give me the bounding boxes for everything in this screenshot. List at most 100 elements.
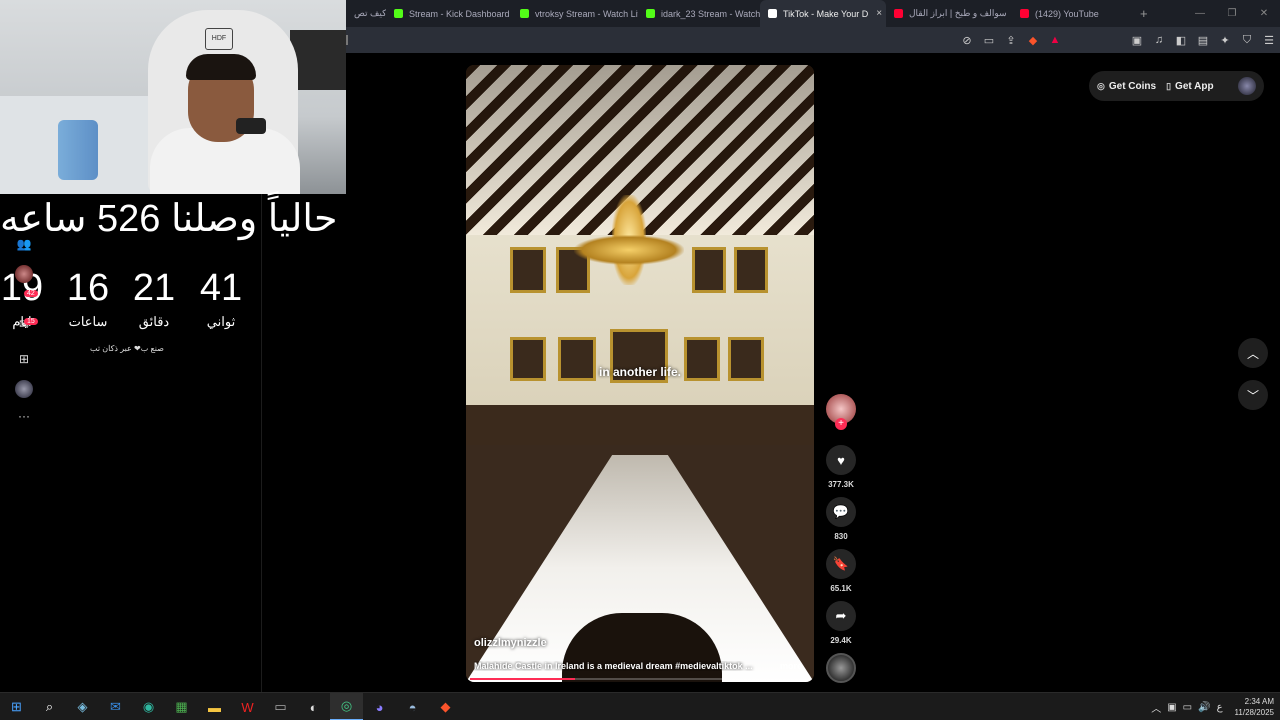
avatar <box>15 265 33 283</box>
get-coins-button[interactable]: ◎ Get Coins <box>1097 81 1156 92</box>
profile-icon[interactable] <box>12 377 36 401</box>
upload-icon[interactable]: ⊞ <box>12 347 36 371</box>
browser-tab-bar: كيف تص Stream - Kick Dashboard vtroksy S… <box>346 0 1280 27</box>
phone-icon: ▯ <box>1166 80 1172 91</box>
following-icon[interactable]: 👥 <box>12 232 36 256</box>
more-icon[interactable]: ··· <box>12 404 36 428</box>
outlook-icon[interactable]: ✉ <box>99 693 132 720</box>
media-icon[interactable]: ♫ <box>1148 27 1170 53</box>
kick-icon <box>646 9 655 18</box>
save-count: 65.1K <box>830 584 852 593</box>
next-video-button[interactable]: ﹀ <box>1238 380 1268 410</box>
tab-youtube[interactable]: (1429) YouTube <box>1012 0 1122 27</box>
more-button[interactable]: more <box>780 661 802 671</box>
video-progress-bar[interactable] <box>470 678 810 680</box>
music-disc-icon <box>826 653 856 683</box>
tray-app-icon[interactable]: ▣ <box>1167 702 1176 713</box>
search-icon[interactable]: ⌕ <box>33 693 66 720</box>
get-app-label: Get App <box>1175 80 1214 92</box>
clock-date: 11/28/2025 <box>1234 708 1274 717</box>
taskbar-apps: ⊞ ⌕ ◈ ✉ ◉ ▦ ▬ W ▭ ◐ ◎ ◕ ◓ ◆ <box>0 693 462 720</box>
address-bar[interactable]: ⊘ ▭ ⇪ ◆ ▲ ▣ ♫ ◧ ▤ ✦ ⛉ ☰ <box>346 27 1280 53</box>
youtube-icon <box>1020 9 1029 18</box>
like-count: 377.3K <box>828 480 854 489</box>
wps-icon[interactable]: W <box>231 693 264 720</box>
tiktok-icon <box>768 9 777 18</box>
tab-vtroksy-stream[interactable]: vtroksy Stream - Watch Liv <box>512 0 638 27</box>
sound-disc[interactable] <box>822 653 860 683</box>
comment-button[interactable]: 💬 830 <box>822 497 860 541</box>
new-tab-button[interactable]: + <box>1140 6 1148 21</box>
store-icon[interactable]: ▦ <box>165 693 198 720</box>
counter-minutes-value: 21 <box>132 267 176 309</box>
get-app-button[interactable]: ▯ Get App <box>1166 81 1213 92</box>
tab-youtube-cooking[interactable]: سوالف و طبخ | ابراز القال <box>886 0 1012 27</box>
close-window-button[interactable]: ✕ <box>1248 0 1280 27</box>
creator-avatar[interactable]: + <box>822 394 860 430</box>
brave-icon[interactable]: ◆ <box>429 693 462 720</box>
stream-hours-title-text: حالياً وصلنا 526 ساعه <box>0 198 338 240</box>
steam-icon[interactable]: ◓ <box>396 693 429 720</box>
messages-badge: 15 <box>24 318 38 325</box>
tab-arabic-how[interactable]: كيف تص <box>346 0 386 27</box>
comment-icon: 💬 <box>826 497 856 527</box>
user-avatar[interactable] <box>1238 77 1256 95</box>
terminal-icon[interactable]: ▭ <box>264 693 297 720</box>
volume-icon[interactable]: 🔊 <box>1198 702 1210 713</box>
save-button[interactable]: 🔖 65.1K <box>822 549 860 593</box>
kick-icon <box>394 9 403 18</box>
tab-kick-dashboard[interactable]: Stream - Kick Dashboard <box>386 0 512 27</box>
sidebar-icon[interactable]: ◧ <box>1170 27 1192 53</box>
cast-icon[interactable]: ▭ <box>978 27 1000 53</box>
brave-shield-icon[interactable]: ◆ <box>1022 27 1044 53</box>
like-button[interactable]: ♥ 377.3K <box>822 445 860 489</box>
top-actions: ◎ Get Coins ▯ Get App <box>1089 71 1264 101</box>
vpn-icon[interactable]: ⛉ <box>1236 27 1258 53</box>
screenshot-icon[interactable]: ▣ <box>1126 27 1148 53</box>
file-explorer-icon[interactable]: ▬ <box>198 693 231 720</box>
minimize-button[interactable]: — <box>1184 0 1216 27</box>
taskbar: ⊞ ⌕ ◈ ✉ ◉ ▦ ▬ W ▭ ◐ ◎ ◕ ◓ ◆ ︿ ▣ ▭ 🔊 ع 2:… <box>0 692 1280 720</box>
video-player[interactable]: in another life. olizzlmynizzle Malahide… <box>466 65 814 682</box>
close-tab-icon[interactable]: × <box>876 8 882 19</box>
previous-video-button[interactable]: ︿ <box>1238 338 1268 368</box>
webcam-bottles <box>58 120 98 180</box>
portrait-frame <box>692 247 726 293</box>
tray-overflow-icon[interactable]: ︿ <box>1151 700 1161 715</box>
counter-seconds-value: 41 <box>199 267 243 309</box>
discord-icon[interactable]: ◕ <box>363 693 396 720</box>
tab-label: كيف تص <box>354 8 386 18</box>
counter-seconds: 41 ثواني <box>191 268 251 330</box>
portrait-frame <box>734 247 768 293</box>
profile-avatar-icon[interactable] <box>12 262 36 286</box>
menu-icon[interactable]: ☰ <box>1258 27 1280 53</box>
share-icon[interactable]: ⇪ <box>1000 27 1022 53</box>
share-button[interactable]: ➦ 29.4K <box>822 601 860 645</box>
tab-label: idark_23 Stream - Watch L <box>661 8 760 19</box>
ai-icon[interactable]: ✦ <box>1214 27 1236 53</box>
chrome-icon[interactable]: ◎ <box>330 693 363 720</box>
follow-plus-icon[interactable]: + <box>835 418 847 430</box>
tab-idark-stream[interactable]: idark_23 Stream - Watch L <box>638 0 760 27</box>
network-icon[interactable]: ▭ <box>1183 702 1192 713</box>
clock[interactable]: 2:34 AM 11/28/2025 <box>1235 696 1274 718</box>
windows-start-icon[interactable]: ⊞ <box>0 693 33 720</box>
tab-tiktok[interactable]: TikTok - Make Your D × <box>760 0 886 27</box>
language-indicator[interactable]: ع <box>1217 702 1223 713</box>
obs-icon[interactable]: ◐ <box>297 693 330 720</box>
window-controls: — ❐ ✕ <box>1184 0 1280 27</box>
wallet-icon[interactable]: ▤ <box>1192 27 1214 53</box>
video-username[interactable]: olizzlmynizzle <box>474 637 547 649</box>
reader-icon[interactable]: ⊘ <box>956 27 978 53</box>
counter-minutes-label: دقائق <box>138 314 170 329</box>
webcam-monitor <box>290 30 346 90</box>
counter-seconds-label: ثواني <box>206 314 236 329</box>
copilot-icon[interactable]: ◈ <box>66 693 99 720</box>
tab-label: سوالف و طبخ | ابراز القال <box>909 8 1007 18</box>
counter-hours-label: ساعات <box>68 314 108 329</box>
portrait-frame <box>510 247 546 293</box>
rewards-icon[interactable]: ▲ <box>1044 27 1066 53</box>
edge-icon[interactable]: ◉ <box>132 693 165 720</box>
maximize-button[interactable]: ❐ <box>1216 0 1248 27</box>
